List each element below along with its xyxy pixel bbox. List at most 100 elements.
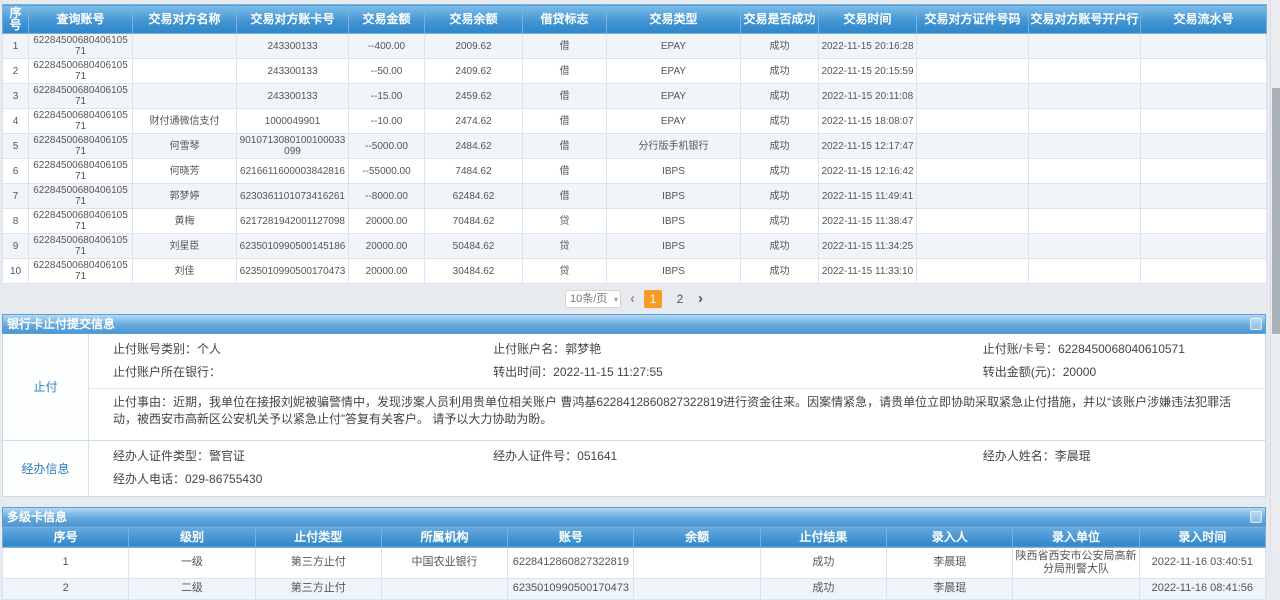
field-text: 转出时间：2022-11-15 11:27:55	[493, 365, 983, 380]
table-cell: 成功	[741, 209, 819, 234]
column-header: 账号	[508, 527, 634, 547]
table-cell: --8000.00	[349, 184, 425, 209]
table-cell: 6217281942001127098	[237, 209, 349, 234]
table-cell	[1141, 59, 1267, 84]
table-cell: --5000.00	[349, 134, 425, 159]
stop-reason-text: 止付事由：近期，我单位在接报刘妮被骗警情中，发现涉案人员利用贵单位相关账户 曹鸿…	[89, 388, 1265, 435]
table-cell	[1013, 578, 1139, 599]
table-cell: 2484.62	[425, 134, 523, 159]
table-cell: 6228450068040610571	[29, 259, 133, 284]
column-header: 交易对方名称	[133, 5, 237, 34]
table-cell: 6228450068040610571	[29, 134, 133, 159]
table-cell	[917, 134, 1029, 159]
field-text: 止付账号类别：个人	[113, 342, 493, 357]
table-cell: 成功	[741, 234, 819, 259]
column-header: 交易类型	[607, 5, 741, 34]
table-cell: 50484.62	[425, 234, 523, 259]
column-header: 交易对方账卡号	[237, 5, 349, 34]
column-header: 级别	[129, 527, 255, 547]
table-cell: 2022-11-15 20:16:28	[819, 34, 917, 59]
table-cell	[1029, 159, 1141, 184]
page-button-2[interactable]: 2	[671, 290, 689, 308]
table-cell: 9	[3, 234, 29, 259]
table-cell	[1029, 34, 1141, 59]
page-button-1[interactable]: 1	[644, 290, 662, 308]
table-cell: 6235010990500170473	[508, 578, 634, 599]
table-cell: 7	[3, 184, 29, 209]
table-row: 66228450068040610571何晓芳62166116000038428…	[3, 159, 1267, 184]
table-cell: 借	[523, 34, 607, 59]
transactions-table-header: 序号查询账号交易对方名称交易对方账卡号交易金额交易余额借贷标志交易类型交易是否成…	[3, 5, 1267, 34]
table-cell: 贷	[523, 234, 607, 259]
table-cell: 2409.62	[425, 59, 523, 84]
column-header: 交易时间	[819, 5, 917, 34]
column-header: 所属机构	[381, 527, 507, 547]
table-cell: 何雪琴	[133, 134, 237, 159]
table-cell: --10.00	[349, 109, 425, 134]
table-cell	[1029, 84, 1141, 109]
table-cell: 2022-11-15 11:34:25	[819, 234, 917, 259]
table-cell: 1	[3, 34, 29, 59]
table-cell: 6228450068040610571	[29, 234, 133, 259]
table-cell: EPAY	[607, 34, 741, 59]
table-cell: IBPS	[607, 209, 741, 234]
table-cell: 借	[523, 59, 607, 84]
field-text: 止付账/卡号：6228450068040610571	[983, 342, 1265, 357]
table-cell	[917, 84, 1029, 109]
table-cell: 二级	[129, 578, 255, 599]
pagination: 10条/页 ▾ ‹ 1 2 ›	[2, 284, 1266, 314]
table-cell: IBPS	[607, 159, 741, 184]
table-cell	[917, 59, 1029, 84]
table-row: 46228450068040610571财付通微信支付1000049901--1…	[3, 109, 1267, 134]
table-cell: 9010713080100100033099	[237, 134, 349, 159]
stop-payment-section-bar: 银行卡止付提交信息	[2, 314, 1266, 334]
scrollbar-thumb[interactable]	[1272, 88, 1280, 334]
column-header: 交易是否成功	[741, 5, 819, 34]
table-cell: 郭梦婷	[133, 184, 237, 209]
table-cell	[634, 578, 760, 599]
table-cell: 2022-11-15 18:08:07	[819, 109, 917, 134]
table-cell: 成功	[741, 84, 819, 109]
column-header: 序号	[3, 5, 29, 34]
table-cell: 分行版手机银行	[607, 134, 741, 159]
table-cell	[1029, 109, 1141, 134]
column-header: 交易流水号	[1141, 5, 1267, 34]
table-cell: 6228450068040610571	[29, 59, 133, 84]
field-text: 经办人证件号：051641	[493, 449, 983, 464]
table-cell: 2022-11-16 08:41:56	[1139, 578, 1265, 599]
table-cell	[1141, 109, 1267, 134]
field-line: 经办人证件类型：警官证经办人证件号：051641经办人姓名：李晨琨	[89, 445, 1265, 468]
table-row: 2二级第三方止付6235010990500170473成功李晨琨2022-11-…	[3, 578, 1266, 599]
collapse-icon[interactable]	[1250, 511, 1262, 523]
table-cell: 62484.62	[425, 184, 523, 209]
multi-card-section: 多级卡信息 序号级别止付类型所属机构账号余额止付结果录入人录入单位录入时间 1一…	[2, 507, 1266, 600]
table-cell: 成功	[741, 109, 819, 134]
table-cell: 6230361101073416261	[237, 184, 349, 209]
table-cell: 5	[3, 134, 29, 159]
table-cell: EPAY	[607, 109, 741, 134]
prev-page-button[interactable]: ‹	[630, 291, 635, 307]
table-cell	[917, 259, 1029, 284]
table-cell: 70484.62	[425, 209, 523, 234]
table-cell: 借	[523, 134, 607, 159]
table-cell: 6228450068040610571	[29, 84, 133, 109]
table-cell: 借	[523, 184, 607, 209]
table-cell	[133, 34, 237, 59]
table-cell: EPAY	[607, 84, 741, 109]
table-row: 86228450068040610571黄梅621728194200112709…	[3, 209, 1267, 234]
table-cell: 6228450068040610571	[29, 159, 133, 184]
table-cell: 7484.62	[425, 159, 523, 184]
table-cell: 2459.62	[425, 84, 523, 109]
multi-card-section-title: 多级卡信息	[7, 510, 67, 524]
page-size-select[interactable]: 10条/页 ▾	[565, 290, 621, 308]
table-row: 76228450068040610571郭梦婷62303611010734162…	[3, 184, 1267, 209]
next-page-button[interactable]: ›	[698, 291, 703, 307]
collapse-icon[interactable]	[1250, 318, 1262, 330]
table-cell	[1029, 134, 1141, 159]
vertical-scrollbar[interactable]	[1270, 0, 1280, 552]
table-cell: 借	[523, 159, 607, 184]
table-cell	[1029, 259, 1141, 284]
table-cell	[1029, 184, 1141, 209]
table-cell: 借	[523, 84, 607, 109]
table-cell	[1141, 259, 1267, 284]
